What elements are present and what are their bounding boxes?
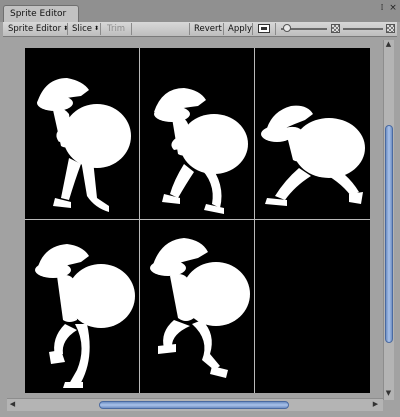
thief-sprite-icon xyxy=(37,78,131,212)
thief-sprite-icon xyxy=(154,88,248,214)
sprite-slice-5[interactable] xyxy=(140,220,254,391)
sprite-canvas[interactable] xyxy=(25,48,370,393)
scroll-down-icon[interactable]: ▼ xyxy=(384,389,393,398)
toolbar: Sprite Editor ⬍ Slice ⬍ Trim Revert Apply xyxy=(3,22,397,37)
sprite-slice-6[interactable] xyxy=(255,220,369,391)
mode-dropdown[interactable]: Sprite Editor ⬍ xyxy=(5,22,71,36)
options-icon[interactable]: ⁞ xyxy=(377,3,387,13)
sprite-slice-3[interactable] xyxy=(255,48,369,219)
toolbar-divider xyxy=(189,23,190,35)
trim-button[interactable]: Trim xyxy=(104,22,128,36)
sprite-slice-1[interactable] xyxy=(25,48,139,219)
scroll-left-icon[interactable]: ◀ xyxy=(8,400,17,409)
slice-dropdown-label: Slice xyxy=(72,24,93,34)
toolbar-divider xyxy=(100,23,101,35)
mip-slider-track[interactable] xyxy=(343,28,383,30)
revert-button[interactable]: Revert xyxy=(191,22,225,36)
tab-bar: Sprite Editor ⁞ × xyxy=(0,0,400,22)
toolbar-divider xyxy=(275,23,276,35)
horizontal-scrollbar[interactable]: ◀ ▶ xyxy=(7,398,383,411)
mode-dropdown-label: Sprite Editor xyxy=(8,24,62,34)
alpha-checker-icon xyxy=(331,24,340,33)
channel-toggle-icon[interactable] xyxy=(258,24,270,33)
slice-dropdown[interactable]: Slice ⬍ xyxy=(69,22,102,36)
thief-sprite-icon xyxy=(261,105,365,206)
apply-button[interactable]: Apply xyxy=(225,22,255,36)
sprite-slice-2[interactable] xyxy=(140,48,254,219)
close-icon[interactable]: × xyxy=(388,3,398,13)
toolbar-divider xyxy=(223,23,224,35)
thief-sprite-icon xyxy=(35,244,135,388)
horizontal-scroll-thumb[interactable] xyxy=(99,401,289,409)
zoom-slider-thumb[interactable] xyxy=(283,24,291,32)
toolbar-divider xyxy=(131,23,132,35)
toolbar-divider xyxy=(252,23,253,35)
toolbar-divider xyxy=(67,23,68,35)
sprite-slice-4[interactable] xyxy=(25,220,139,391)
dropdown-arrow-icon: ⬍ xyxy=(94,25,100,32)
thief-sprite-icon xyxy=(150,238,250,378)
tab-sprite-editor[interactable]: Sprite Editor xyxy=(3,5,79,22)
scroll-right-icon[interactable]: ▶ xyxy=(371,400,380,409)
scroll-up-icon[interactable]: ▲ xyxy=(384,40,393,49)
mip-checker-icon xyxy=(386,24,395,33)
vertical-scrollbar[interactable]: ▲ ▼ xyxy=(383,40,394,400)
vertical-scroll-thumb[interactable] xyxy=(385,125,393,343)
sprite-editor-window: Sprite Editor ⁞ × Sprite Editor ⬍ Slice ⬍ … xyxy=(0,0,400,417)
sprite-viewport[interactable] xyxy=(7,40,382,398)
